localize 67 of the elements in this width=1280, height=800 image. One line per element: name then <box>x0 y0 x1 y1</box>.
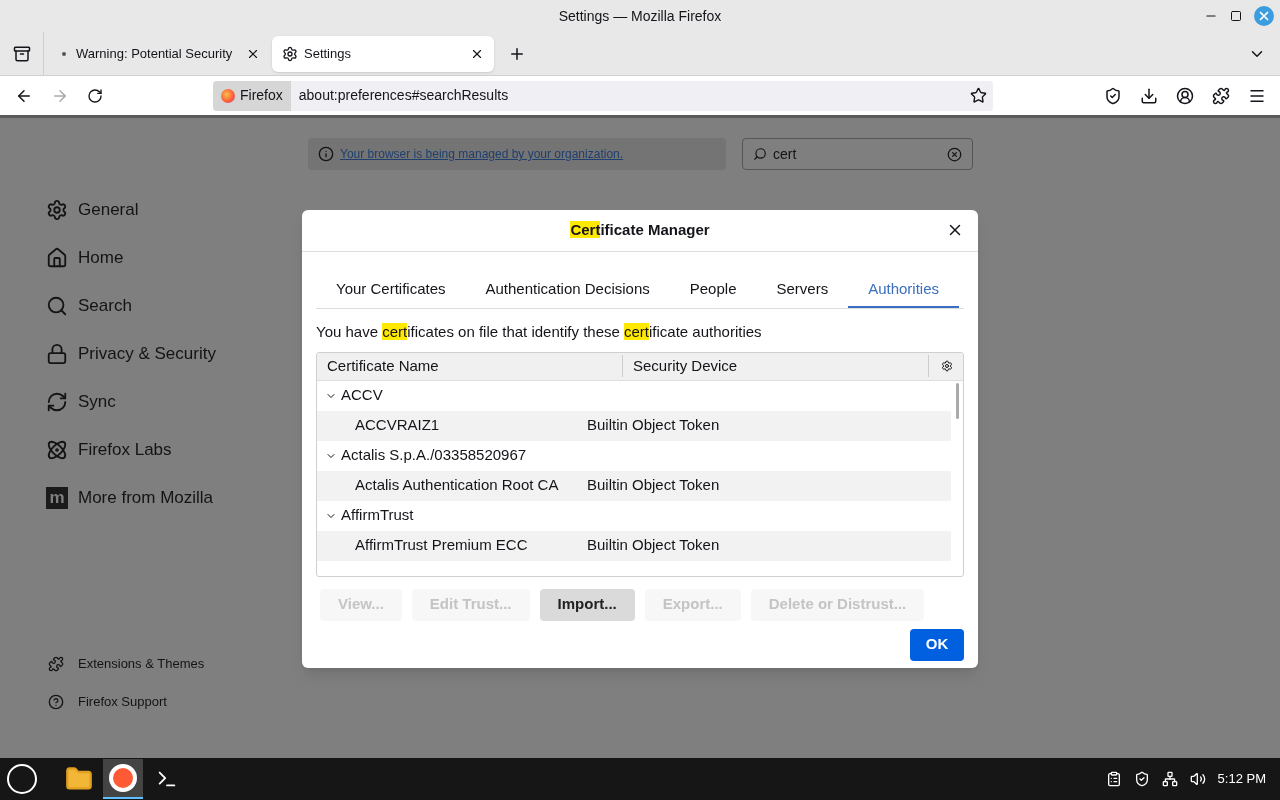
sidebar-link[interactable]: Extensions & Themes <box>48 655 300 673</box>
search-icon <box>753 147 767 161</box>
maximize-icon[interactable] <box>1230 10 1242 22</box>
dialog-tab[interactable]: Authorities <box>848 272 960 308</box>
table-cell-text: Builtin Object Token <box>587 535 720 556</box>
atom-icon <box>46 439 68 461</box>
browser-tab[interactable]: Settings <box>272 35 494 72</box>
sidebar-item[interactable]: General <box>46 198 300 222</box>
url-text: about:preferences#searchResults <box>298 86 509 105</box>
tab-title: Warning: Potential Security <box>76 44 234 63</box>
download-icon[interactable] <box>1140 86 1158 105</box>
shield-icon[interactable] <box>1133 771 1150 787</box>
dialog-description: You have certificates on file that identify these certificate authorities <box>316 322 763 342</box>
ok-button[interactable]: OK <box>910 628 964 661</box>
dialog-tab[interactable]: Your Certificates <box>316 272 466 308</box>
column-header[interactable]: Certificate Name <box>317 354 623 378</box>
address-bar[interactable]: Firefox about:preferences#searchResults <box>213 80 993 111</box>
volume-icon[interactable] <box>1189 771 1206 787</box>
lock-icon <box>46 343 68 365</box>
window-title: Settings — Mozilla Firefox <box>558 6 722 26</box>
tree-group-row[interactable]: AffirmTrust <box>317 500 951 531</box>
reload-icon[interactable] <box>87 87 103 104</box>
sidebar-item[interactable]: Privacy & Security <box>46 342 300 366</box>
table-cell-text: ACCVRAIZ1 <box>354 415 441 436</box>
gear-icon <box>282 45 298 62</box>
menu-logo-icon[interactable] <box>7 764 37 794</box>
network-icon[interactable] <box>1161 771 1178 787</box>
table-cell-text: Actalis Authentication Root CA <box>354 475 560 496</box>
browser-app-icon[interactable] <box>103 759 143 799</box>
puzzle-icon <box>48 656 64 672</box>
dialog-tab[interactable]: Servers <box>756 272 849 308</box>
firefox-logo-icon <box>221 88 235 103</box>
sidebar-item[interactable]: Sync <box>46 390 300 414</box>
tree-group-row[interactable]: ACCV <box>317 380 951 411</box>
tab-list-icon[interactable] <box>12 44 31 63</box>
bookmark-star-icon[interactable] <box>970 87 987 104</box>
tab-title: Settings <box>304 44 352 63</box>
sidebar-link[interactable]: Firefox Support <box>48 693 300 711</box>
sidebar-item[interactable]: Home <box>46 246 300 270</box>
clock[interactable]: 5:12 PM <box>1217 769 1266 789</box>
extensions-icon[interactable] <box>1212 86 1230 105</box>
search-value: cert <box>773 144 797 164</box>
search-icon <box>46 295 68 317</box>
tree-group-row[interactable]: Actalis S.p.A./03358520967 <box>317 440 951 471</box>
dialog-tab[interactable]: Authentication Decisions <box>465 272 670 308</box>
clipboard-icon[interactable] <box>1105 771 1122 787</box>
dialog-tab[interactable]: People <box>669 272 757 308</box>
gear-icon <box>46 199 68 221</box>
column-header[interactable]: Security Device <box>623 354 929 378</box>
table-cell-text: Builtin Object Token <box>587 475 720 496</box>
identity-chip[interactable]: Firefox <box>213 80 291 111</box>
browser-tab[interactable]: Warning: Potential Security <box>48 35 270 72</box>
search-field[interactable]: cert <box>742 138 973 170</box>
column-picker-icon[interactable] <box>941 360 953 372</box>
home-icon <box>46 247 68 269</box>
clear-icon[interactable] <box>947 146 962 162</box>
sidebar-item[interactable]: Firefox Labs <box>46 438 300 462</box>
dialog-button[interactable]: Import... <box>539 588 635 621</box>
sidebar-item[interactable]: m More from Mozilla <box>46 486 300 510</box>
sync-icon <box>46 391 68 413</box>
info-icon <box>318 146 334 162</box>
help-icon <box>48 694 64 710</box>
table-cell-text: Builtin Object Token <box>587 415 720 436</box>
account-icon[interactable] <box>1176 86 1194 105</box>
sidebar-item[interactable]: Search <box>46 294 300 318</box>
table-cell-text: AffirmTrust Premium ECC <box>354 535 529 556</box>
logo-icon: m <box>46 487 68 509</box>
